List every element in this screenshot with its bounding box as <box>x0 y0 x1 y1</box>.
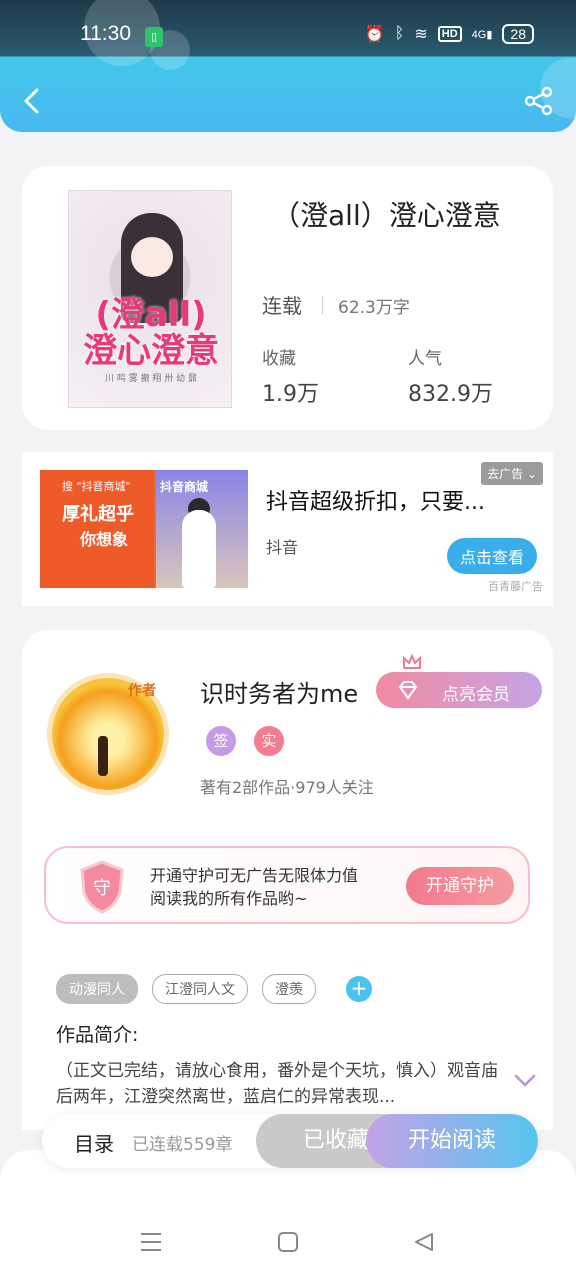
tag-item[interactable]: 澄羡 <box>262 974 316 1004</box>
signal-icon: 4G▮ <box>471 28 493 41</box>
book-cover[interactable]: (澄all) 澄心澄意 川 鸣 雾 撤 翔 卅 幼 鼐 <box>68 190 232 408</box>
ad-image-text: 你想象 <box>80 530 129 549</box>
header: 11:30 ▯ ⏰ ᛒ ≋ HD 4G▮ 28 <box>0 0 576 132</box>
sim-icon: ▯ <box>145 27 163 47</box>
author-tag: 作者 <box>128 683 156 699</box>
ad-person <box>182 510 216 588</box>
popularity-value: 832.9万 <box>408 382 493 407</box>
cover-face <box>131 237 173 277</box>
serial-status: 连载 <box>262 294 302 318</box>
vip-button[interactable]: 点亮会员 <box>376 654 542 708</box>
shield-icon: 守 <box>80 860 124 914</box>
intro-text: （正文已完结，请放心食用，番外是个天坑，慎入）观音庙后两年，江澄突然离世，蓝启仁… <box>56 1061 498 1107</box>
bottom-panel <box>0 1150 576 1280</box>
remove-ad-button[interactable]: 去广告 ⌄ <box>481 462 543 485</box>
chevron-down-icon[interactable] <box>514 1074 536 1088</box>
toc-button[interactable]: 目录 <box>74 1128 114 1157</box>
add-tag-icon[interactable]: + <box>346 976 372 1002</box>
guard-line-2: 阅读我的所有作品哟~ <box>150 889 308 908</box>
badge-verified: 实 <box>254 726 284 756</box>
bluetooth-icon: ᛒ <box>394 25 405 42</box>
author-avatar[interactable]: 作者 <box>42 670 182 800</box>
ad-image-text: 厚礼超乎 <box>62 504 134 525</box>
vip-button-label: 点亮会员 <box>442 685 510 705</box>
ad-headline[interactable]: 抖音超级折扣，只要... <box>266 484 506 516</box>
bottom-action-bar: 目录 已连载559章 已收藏 开始阅读 <box>42 1114 538 1168</box>
chapter-count[interactable]: 已连载559章 <box>132 1130 232 1155</box>
tag-item[interactable]: 动漫同人 <box>56 974 138 1004</box>
badge-signed: 签 <box>206 726 236 756</box>
home-nav-icon[interactable] <box>278 1232 298 1252</box>
hd-icon: HD <box>437 26 462 42</box>
open-guard-button[interactable]: 开通守护 <box>406 867 514 905</box>
status-bar: 11:30 ▯ ⏰ ᛒ ≋ HD 4G▮ 28 <box>0 0 576 56</box>
word-count: 62.3万字 <box>338 298 410 318</box>
wifi-icon: ≋ <box>414 26 428 43</box>
favorites-label: 收藏 <box>262 349 296 369</box>
popularity-label: 人气 <box>408 349 442 369</box>
guard-line-1: 开通守护可无广告无限体力值 <box>150 866 359 885</box>
author-stats: 著有2部作品·979人关注 <box>200 778 374 797</box>
guard-banner: 守 开通守护可无广告无限体力值 阅读我的所有作品哟~ 开通守护 <box>44 846 530 924</box>
ad-brand: 抖音 <box>266 538 299 557</box>
guard-icon-text: 守 <box>93 878 111 899</box>
tag-list: 动漫同人 江澄同人文 澄羡 + <box>56 974 372 1004</box>
ad-cta-button[interactable]: 点击查看 <box>446 538 537 574</box>
share-icon[interactable] <box>524 86 554 116</box>
ad-source: 百青藤广告 <box>488 580 543 593</box>
cover-title: (澄all) 澄心澄意 <box>83 295 219 371</box>
avatar-silhouette <box>98 736 108 776</box>
ad-banner[interactable]: 搜 "抖音商城" 厚礼超乎 你想象 抖音商城 去广告 ⌄ 抖音超级折扣，只要..… <box>22 452 553 606</box>
crown-icon <box>403 654 421 669</box>
book-title: （澄all）澄心澄意 <box>272 199 501 232</box>
divider <box>322 296 323 314</box>
start-reading-button[interactable]: 开始阅读 <box>366 1114 538 1168</box>
diamond-icon <box>398 681 418 700</box>
menu-nav-icon[interactable] <box>140 1232 162 1252</box>
author-card: 作者 识时务者为me 点亮会员 签 实 著有2部作品·979人关注 守 开通守护… <box>22 630 553 1130</box>
back-arrow-icon[interactable] <box>22 88 42 114</box>
intro-heading: 作品简介: <box>56 1024 139 1046</box>
ad-image-search-text: 搜 "抖音商城" <box>62 480 131 493</box>
guard-text: 开通守护可无广告无限体力值 阅读我的所有作品哟~ <box>150 864 358 910</box>
book-info-card: (澄all) 澄心澄意 川 鸣 雾 撤 翔 卅 幼 鼐 （澄all）澄心澄意 连… <box>22 166 553 430</box>
back-nav-icon[interactable] <box>414 1232 434 1252</box>
tag-item[interactable]: 江澄同人文 <box>152 974 248 1004</box>
author-name[interactable]: 识时务者为me <box>200 674 358 709</box>
alarm-icon: ⏰ <box>364 26 385 43</box>
ad-image-store-text: 抖音商城 <box>160 480 209 494</box>
favorites-value: 1.9万 <box>262 382 319 407</box>
cover-subtitle: 川 鸣 雾 撤 翔 卅 幼 鼐 <box>104 374 198 384</box>
ad-image[interactable]: 搜 "抖音商城" 厚礼超乎 你想象 抖音商城 <box>40 470 248 588</box>
clock: 11:30 <box>80 22 131 45</box>
battery-icon: 28 <box>502 24 534 44</box>
